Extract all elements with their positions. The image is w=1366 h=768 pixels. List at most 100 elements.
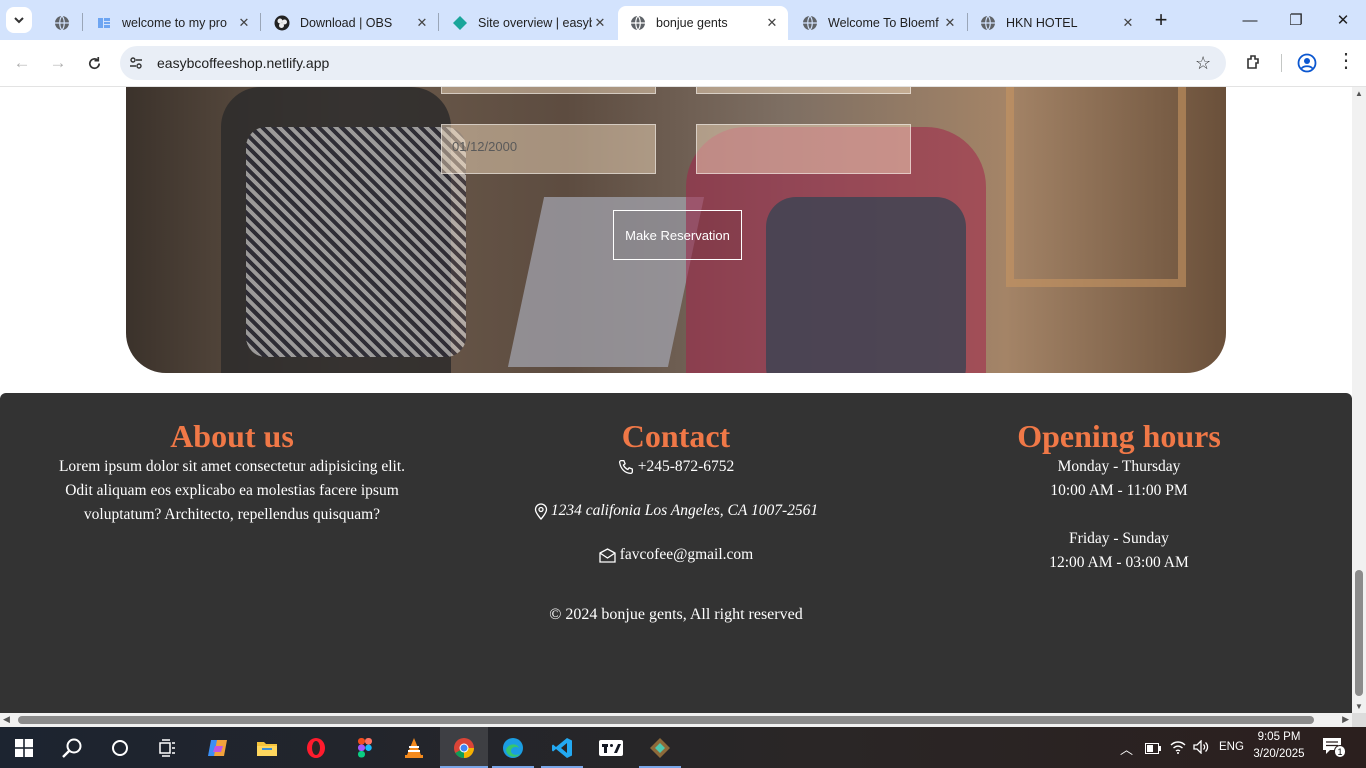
tab-title: bonjue gents <box>656 16 728 30</box>
copilot-app[interactable] <box>194 727 242 768</box>
edge-icon <box>503 737 523 758</box>
close-icon[interactable]: ✕ <box>764 15 780 31</box>
scroll-right-arrow[interactable]: ▶ <box>1342 714 1349 725</box>
new-tab-button[interactable]: + <box>1149 7 1173 32</box>
hero-photo-shape <box>246 127 466 357</box>
globe-icon <box>803 15 817 31</box>
footer-hours: Opening hours Monday - Thursday 10:00 AM… <box>934 417 1304 575</box>
contact-heading: Contact <box>621 418 731 454</box>
clock-time[interactable]: 9:05 PM <box>1248 731 1310 743</box>
close-icon[interactable]: ✕ <box>942 15 958 31</box>
tab-title: welcome to my pro <box>122 16 227 30</box>
git-app[interactable] <box>636 727 684 768</box>
tab-pinned-globe[interactable] <box>42 6 82 40</box>
scrollbar-corner <box>1352 713 1366 727</box>
vlc-cone-icon <box>405 737 423 758</box>
date-input[interactable]: 01/12/2000 <box>441 124 656 174</box>
footer-contact: Contact +245-872-6752 1234 califonia Los… <box>476 417 876 567</box>
start-button[interactable] <box>0 727 48 768</box>
edge-app[interactable] <box>489 727 537 768</box>
site-info-icon[interactable] <box>128 55 144 71</box>
hero-photo-shape <box>766 197 966 373</box>
scroll-up-arrow[interactable]: ▲ <box>1355 89 1363 98</box>
opera-icon <box>307 737 325 758</box>
make-reservation-button[interactable]: Make Reservation <box>613 210 742 260</box>
battery-icon[interactable] <box>1145 741 1161 759</box>
tab-hkn-hotel[interactable]: HKN HOTEL ✕ <box>968 6 1144 40</box>
back-button[interactable]: ← <box>10 52 34 74</box>
url-text[interactable]: easybcoffeeshop.netlify.app <box>157 55 329 71</box>
git-diamond-icon <box>650 737 670 758</box>
vertical-scroll-thumb[interactable] <box>1355 570 1363 696</box>
time-input[interactable] <box>696 124 911 174</box>
close-window-button[interactable]: ✕ <box>1320 0 1366 40</box>
file-explorer-app[interactable] <box>243 727 291 768</box>
folder-icon <box>257 741 277 756</box>
weekday-time: 10:00 AM - 11:00 PM <box>1050 482 1188 499</box>
scroll-left-arrow[interactable]: ◀ <box>3 714 10 725</box>
forward-button[interactable]: → <box>46 52 70 74</box>
tab-bonjue-gents[interactable]: bonjue gents ✕ <box>618 6 788 40</box>
reload-button[interactable] <box>82 52 106 74</box>
tab-welcome-to-bloemf[interactable]: Welcome To Bloemf ✕ <box>790 6 966 40</box>
tab-search-button[interactable] <box>6 7 32 33</box>
notification-center-button[interactable]: 1 <box>1322 737 1346 759</box>
tab-welcome-to-my-pro[interactable]: welcome to my pro ✕ <box>84 6 260 40</box>
tab-title: Welcome To Bloemf <box>828 16 939 30</box>
weekday-label: Monday - Thursday <box>1057 458 1181 475</box>
profile-icon[interactable] <box>1297 53 1317 73</box>
vertical-scrollbar[interactable]: ▲ ▼ <box>1352 87 1366 713</box>
show-hidden-icons-chevron-icon[interactable]: ︿ <box>1120 739 1133 758</box>
vscode-app[interactable] <box>538 727 586 768</box>
cortana-button[interactable] <box>96 727 144 768</box>
tradingview-app[interactable] <box>587 727 635 768</box>
extensions-icon[interactable] <box>1244 52 1264 72</box>
chrome-app[interactable] <box>440 727 488 768</box>
form-field-top-left[interactable] <box>441 87 656 94</box>
opera-app[interactable] <box>292 727 340 768</box>
netlify-icon <box>453 16 467 30</box>
bookmark-star-icon[interactable]: ☆ <box>1195 53 1211 74</box>
tab-download-obs[interactable]: Download | OBS ✕ <box>262 6 438 40</box>
figma-icon <box>358 737 372 757</box>
close-icon[interactable]: ✕ <box>414 15 430 31</box>
tab-site-overview[interactable]: Site overview | easyb ✕ <box>440 6 616 40</box>
close-icon[interactable]: ✕ <box>592 15 608 31</box>
clock-date[interactable]: 3/20/2025 <box>1248 748 1310 760</box>
hours-heading: Opening hours <box>1017 418 1221 454</box>
horizontal-scrollbar[interactable]: ◀ ▶ <box>0 713 1352 727</box>
maximize-button[interactable]: ❐ <box>1273 0 1319 40</box>
contact-email[interactable]: favcofee@gmail.com <box>620 543 753 567</box>
volume-icon[interactable] <box>1193 739 1209 759</box>
tradingview-icon <box>599 739 623 756</box>
reservation-hero-image: 01/12/2000 Make Reservation <box>126 87 1226 373</box>
vscode-icon <box>552 737 572 758</box>
search-button[interactable] <box>48 727 96 768</box>
copilot-icon <box>208 739 227 756</box>
tab-title: Download | OBS <box>300 16 393 30</box>
language-indicator[interactable]: ENG <box>1219 741 1244 753</box>
scroll-down-arrow[interactable]: ▼ <box>1355 702 1363 711</box>
search-icon <box>62 738 82 758</box>
wifi-icon[interactable] <box>1170 740 1186 759</box>
horizontal-scroll-thumb[interactable] <box>18 716 1314 724</box>
minimize-button[interactable]: — <box>1227 0 1273 40</box>
windows-logo-icon <box>15 738 33 757</box>
browser-tab-bar: welcome to my pro ✕ Download | OBS ✕ Sit… <box>0 0 1366 40</box>
globe-icon <box>981 15 995 31</box>
task-view-button[interactable] <box>144 727 192 768</box>
close-icon[interactable]: ✕ <box>1120 15 1136 31</box>
about-text: Lorem ipsum dolor sit amet consectetur a… <box>58 458 406 523</box>
page-icon <box>98 18 110 28</box>
vlc-app[interactable] <box>390 727 438 768</box>
about-heading: About us <box>170 418 294 454</box>
figma-app[interactable] <box>341 727 389 768</box>
notification-count: 1 <box>1334 745 1346 758</box>
footer-about: About us Lorem ipsum dolor sit amet cons… <box>40 417 424 527</box>
close-icon[interactable]: ✕ <box>236 15 252 31</box>
form-field-top-right[interactable] <box>696 87 911 94</box>
tab-title: Site overview | easyb <box>478 16 592 30</box>
task-view-icon <box>159 738 175 757</box>
menu-icon[interactable]: ⋮ <box>1336 51 1356 71</box>
globe-icon <box>631 15 645 31</box>
